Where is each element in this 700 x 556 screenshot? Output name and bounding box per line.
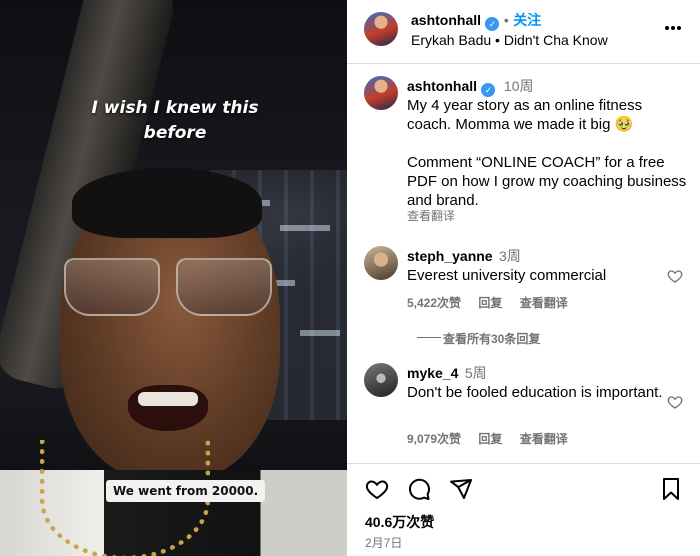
post-see-translation[interactable]: 查看翻译 [407,207,455,224]
more-options-icon[interactable] [663,18,683,38]
reel-video[interactable]: I wish I knew this before We went from 2… [0,0,347,556]
post-caption-line2: Comment “ONLINE COACH” for a free PDF on… [407,154,687,209]
verified-badge-icon: ✓ [485,17,500,31]
comment-username[interactable]: steph_yanne [407,248,493,264]
post-caption-line1: My 4 year story as an online fitness coa… [407,97,643,133]
comment-time: 3周 [499,248,521,264]
comment-avatar-myke[interactable] [364,363,398,397]
post-author-avatar[interactable] [364,76,398,110]
post-date[interactable]: 2月7日 [365,534,402,551]
comment-like-heart-icon[interactable] [667,268,683,284]
comment-translate[interactable]: 查看翻译 [520,432,568,446]
comment-translate[interactable]: 查看翻译 [520,296,568,310]
verified-badge-icon: ✓ [481,83,496,97]
comment-like-heart-icon[interactable] [667,394,683,410]
like-heart-icon[interactable] [365,477,389,501]
sunglasses [64,258,274,322]
comment-text: Don't be fooled education is important. [407,384,663,401]
post-time: 10周 [503,78,534,94]
person-hair [72,168,262,238]
comment-reply[interactable]: 回复 [478,296,502,310]
share-paper-plane-icon[interactable] [449,477,473,501]
header-username[interactable]: ashtonhall [411,12,481,28]
view-all-replies[interactable]: 查看所有30条回复 [443,330,540,347]
comment-avatar-steph[interactable] [364,246,398,280]
post-author-username[interactable]: ashtonhall [407,78,477,94]
header-avatar[interactable] [364,12,398,46]
save-bookmark-icon[interactable] [659,477,683,501]
audio-track[interactable]: Erykah Badu • Didn't Cha Know [411,31,608,50]
comment-text: Everest university commercial [407,267,607,284]
post-likes-count[interactable]: 40.6万次赞 [365,512,434,532]
follow-button[interactable]: 关注 [513,12,541,28]
comment-username[interactable]: myke_4 [407,365,458,381]
comment-time: 5周 [464,365,487,381]
comment-likes[interactable]: 5,422次赞 [407,296,461,310]
replies-dash [417,337,441,338]
comment-bubble-icon[interactable] [407,477,431,501]
post-details-panel: ashtonhall ✓ • 关注 Erykah Badu • Didn't C… [347,0,700,556]
comment-likes[interactable]: 9,079次赞 [407,432,461,446]
comment-reply[interactable]: 回复 [478,432,502,446]
video-caption-bottom: We went from 20000. [106,480,266,502]
video-caption-top: I wish I knew this before [91,98,259,143]
